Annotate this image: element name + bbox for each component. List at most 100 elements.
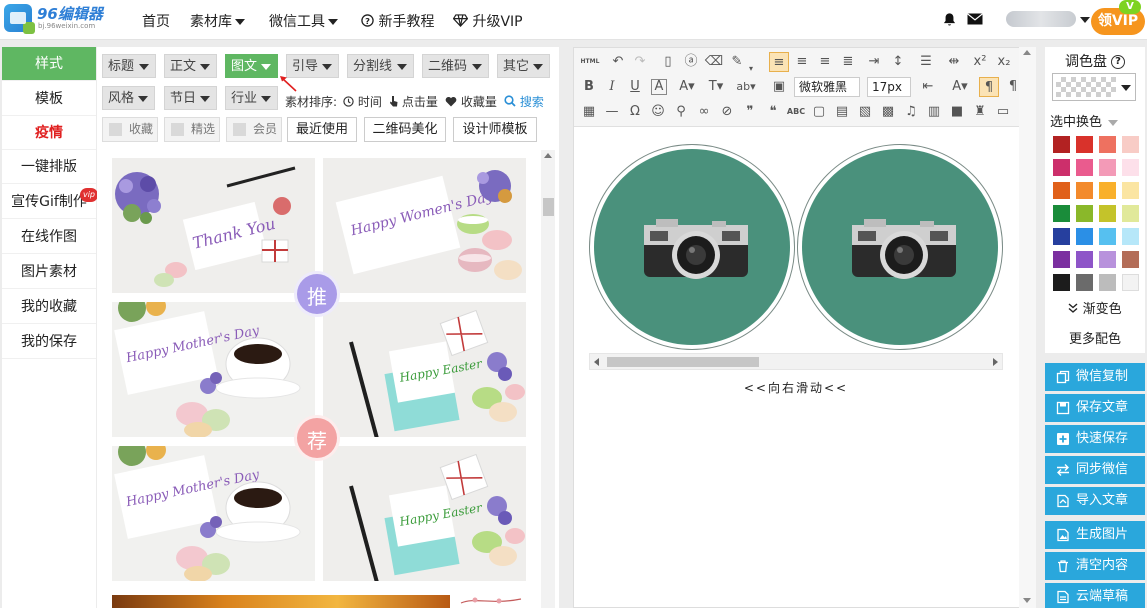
image-icon[interactable]: ▣ [769, 77, 789, 97]
filter-body-text[interactable]: 正文 [164, 54, 217, 78]
sidebar-item-online-design[interactable]: 在线作图 [2, 220, 96, 254]
filter-divider[interactable]: 分割线 [347, 54, 414, 78]
material-card-easter-2[interactable]: Happy Easter [323, 446, 526, 581]
check-featured[interactable]: 精选 [164, 117, 220, 142]
chevron-down-icon[interactable] [1080, 17, 1090, 23]
filter-other[interactable]: 其它 [497, 54, 550, 78]
align-right-icon[interactable]: ≡ [815, 52, 835, 72]
qrcode-beautify-button[interactable]: 二维码美化 [364, 117, 446, 142]
check-members[interactable]: 会员 [226, 117, 282, 142]
material-card-mothers-day[interactable]: Happy Mother's Day [112, 302, 315, 437]
material-card-easter[interactable]: Happy Easter [323, 302, 526, 437]
brush-icon[interactable]: ♜ [970, 102, 990, 122]
text-transform-icon[interactable]: A▾ [950, 77, 970, 97]
italic-icon[interactable]: I [602, 77, 622, 97]
link-icon[interactable]: ∞ [694, 102, 714, 122]
color-swatch[interactable] [1076, 159, 1093, 176]
clear-content-button[interactable]: 清空内容 [1045, 552, 1145, 580]
color-swatch[interactable] [1122, 251, 1139, 268]
video-icon[interactable]: ■ [947, 102, 967, 122]
editor-content[interactable] [589, 144, 1003, 374]
material-card-mothers-day-2[interactable]: Happy Mother's Day [112, 446, 315, 581]
nav-tutorial[interactable]: ? 新手教程 [361, 11, 434, 31]
spellcheck-icon[interactable]: ABC [786, 102, 806, 122]
gallery-scrollbar[interactable] [541, 150, 555, 608]
sidebar-item-gif-maker[interactable]: 宣传Gif制作 vip [2, 185, 98, 219]
align-center-icon[interactable]: ≡ [792, 52, 812, 72]
scroll-left-icon[interactable] [594, 358, 599, 366]
color-swatch[interactable] [1099, 205, 1116, 222]
color-swatch[interactable] [1122, 274, 1139, 291]
brand-logo[interactable]: 96编辑器 bj.96weixin.com [4, 4, 103, 34]
content-horizontal-scrollbar[interactable] [589, 353, 1003, 370]
insert-image-icon[interactable]: ▢ [809, 102, 829, 122]
generate-image-button[interactable]: 生成图片 [1045, 521, 1145, 549]
color-swatch[interactable] [1076, 136, 1093, 153]
nav-wechat-tools[interactable]: 微信工具 [269, 11, 338, 31]
material-card-partial[interactable] [459, 595, 525, 608]
paragraph-spacing-icon[interactable]: ☰ [916, 52, 936, 72]
recently-used-button[interactable]: 最近使用 [287, 117, 357, 142]
audio-icon[interactable]: ▥ [924, 102, 944, 122]
filter-style[interactable]: 风格 [102, 86, 155, 110]
table-icon[interactable]: ▦ [579, 102, 599, 122]
sort-by-time[interactable]: 时间 [343, 93, 382, 110]
scroll-right-icon[interactable] [993, 358, 998, 366]
color-swatch[interactable] [1053, 274, 1070, 291]
music-icon[interactable]: ♫ [901, 102, 921, 122]
photo-icon[interactable]: ▩ [878, 102, 898, 122]
color-swatch[interactable] [1122, 205, 1139, 222]
scrollbar-thumb[interactable] [607, 357, 759, 367]
background-color-icon[interactable]: ab▾ [736, 77, 756, 97]
bell-icon[interactable] [942, 12, 957, 27]
save-article-button[interactable]: 保存文章 [1045, 394, 1145, 422]
search-link[interactable]: 搜索 [504, 93, 544, 110]
filter-image-text[interactable]: 图文 [225, 54, 278, 78]
color-swatch[interactable] [1053, 205, 1070, 222]
filter-industry[interactable]: 行业 [225, 86, 278, 110]
help-icon[interactable]: ? [1111, 55, 1125, 69]
unlink-icon[interactable]: ⊘ [717, 102, 737, 122]
editor-scrollbar[interactable] [1019, 47, 1036, 608]
cloud-draft-button[interactable]: 云端草稿 [1045, 583, 1145, 608]
color-swatch[interactable] [1122, 228, 1139, 245]
redo-icon[interactable]: ↷ [630, 52, 650, 72]
quote-icon[interactable]: ❞ [740, 102, 760, 122]
sidebar-item-one-click-layout[interactable]: 一键排版 [2, 150, 96, 184]
mail-icon[interactable] [967, 13, 983, 25]
wechat-copy-button[interactable]: 微信复制 [1045, 363, 1145, 391]
scroll-up-icon[interactable] [544, 153, 552, 158]
chevron-down-icon[interactable]: ▾ [746, 59, 756, 79]
color-swatch[interactable] [1122, 136, 1139, 153]
color-swatch[interactable] [1099, 159, 1116, 176]
camera-image-circle[interactable] [589, 144, 795, 350]
pick-mode-select[interactable]: 选中换色 [1050, 111, 1119, 130]
color-swatch[interactable] [1076, 274, 1093, 291]
sidebar-item-styles[interactable]: 样式 [2, 47, 96, 81]
magic-wand-icon[interactable]: ✎ [727, 52, 747, 72]
first-line-indent-icon[interactable]: ⇤ [918, 77, 938, 97]
camera-image-circle[interactable] [797, 144, 1003, 350]
select-all-icon[interactable]: ⓐ [681, 52, 701, 72]
color-swatch[interactable] [1053, 182, 1070, 199]
color-swatch[interactable] [1099, 136, 1116, 153]
blockquote-icon[interactable]: ❝ [763, 102, 783, 122]
sort-by-favorites[interactable]: 收藏量 [445, 93, 497, 110]
nav-upgrade-vip[interactable]: 升级VIP [452, 11, 523, 31]
material-card-thank-you[interactable]: Thank You [112, 158, 315, 293]
underline-icon[interactable]: U [625, 77, 645, 97]
special-char-icon[interactable]: Ω [625, 102, 645, 122]
align-justify-icon[interactable]: ≣ [838, 52, 858, 72]
color-swatch[interactable] [1122, 159, 1139, 176]
designer-template-button[interactable]: 设计师模板 [453, 117, 537, 142]
font-size-select[interactable]: 17px [867, 77, 911, 97]
layout-icon[interactable]: ▭ [993, 102, 1013, 122]
scroll-up-icon[interactable] [1023, 50, 1031, 55]
color-swatch[interactable] [1053, 159, 1070, 176]
ltr-direction-icon[interactable]: ¶ [979, 77, 999, 97]
color-swatch[interactable] [1053, 136, 1070, 153]
color-swatch[interactable] [1076, 182, 1093, 199]
anchor-icon[interactable]: ⚲ [671, 102, 691, 122]
bold-icon[interactable]: B [579, 77, 599, 97]
color-swatch[interactable] [1122, 182, 1139, 199]
